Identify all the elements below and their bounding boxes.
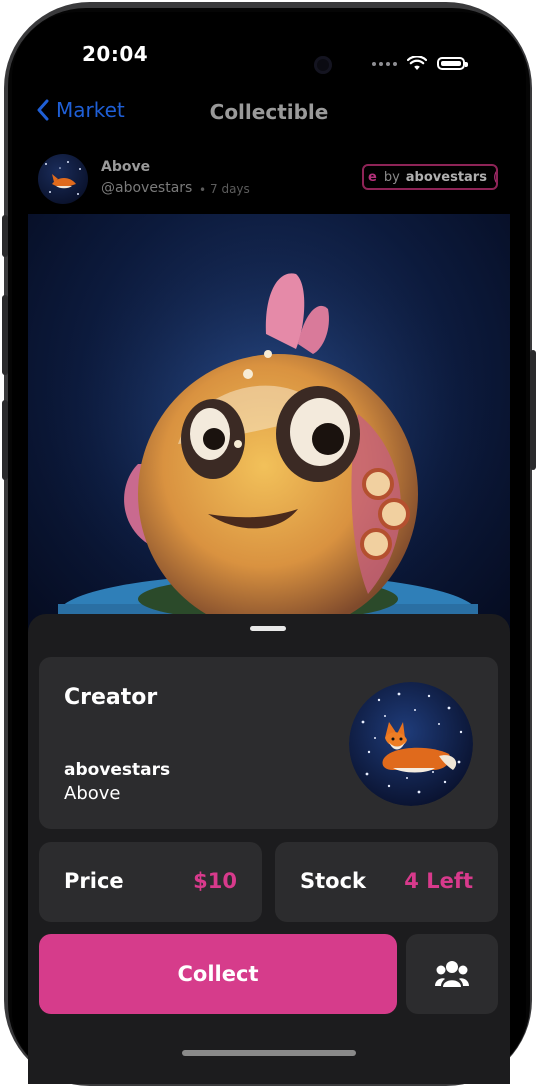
tag-prefix: e [368, 169, 377, 185]
author-name: Above [101, 159, 151, 175]
collectible-artwork[interactable] [28, 214, 510, 634]
tag-by: by [383, 169, 400, 185]
fox-avatar-image [45, 161, 81, 195]
author-avatar[interactable] [38, 154, 88, 204]
group-button[interactable] [406, 934, 498, 1014]
home-indicator-overlay [182, 1050, 356, 1056]
power-button [530, 350, 536, 470]
cellular-signal-icon [372, 61, 397, 66]
sheet-grabber[interactable] [250, 626, 286, 631]
tag-suffix: ( [492, 169, 498, 185]
price-label: Price [64, 869, 124, 893]
group-icon [435, 961, 469, 987]
fox-avatar-image [349, 682, 473, 806]
page-title: Collectible [209, 100, 329, 124]
status-time: 20:04 [82, 42, 149, 66]
creator-title: Creator [64, 685, 158, 710]
creator-card[interactable]: Creator abovestars Above [39, 657, 498, 829]
status-icons [372, 56, 468, 71]
bottom-sheet: Creator abovestars Above Price $10 Stock… [28, 614, 510, 1084]
tag-name: abovestars [405, 169, 487, 185]
creator-tag-pill[interactable]: e by abovestars ( [362, 164, 498, 190]
front-camera [314, 56, 332, 74]
fish-artwork-image [38, 234, 498, 634]
collect-label: Collect [177, 962, 259, 986]
stock-card: Stock 4 Left [275, 842, 498, 922]
creator-name: Above [64, 783, 121, 804]
stock-value: 4 Left [404, 869, 473, 893]
post-time: 7 days [210, 182, 250, 196]
creator-avatar[interactable] [349, 682, 473, 806]
separator-dot: • [199, 183, 207, 197]
author-handle[interactable]: @abovestars [101, 180, 192, 196]
collect-button[interactable]: Collect [39, 934, 397, 1014]
price-value: $10 [193, 869, 237, 893]
creator-handle: abovestars [64, 760, 171, 780]
battery-icon [437, 57, 468, 70]
price-card: Price $10 [39, 842, 262, 922]
stock-label: Stock [300, 869, 367, 893]
wifi-icon [407, 56, 427, 70]
